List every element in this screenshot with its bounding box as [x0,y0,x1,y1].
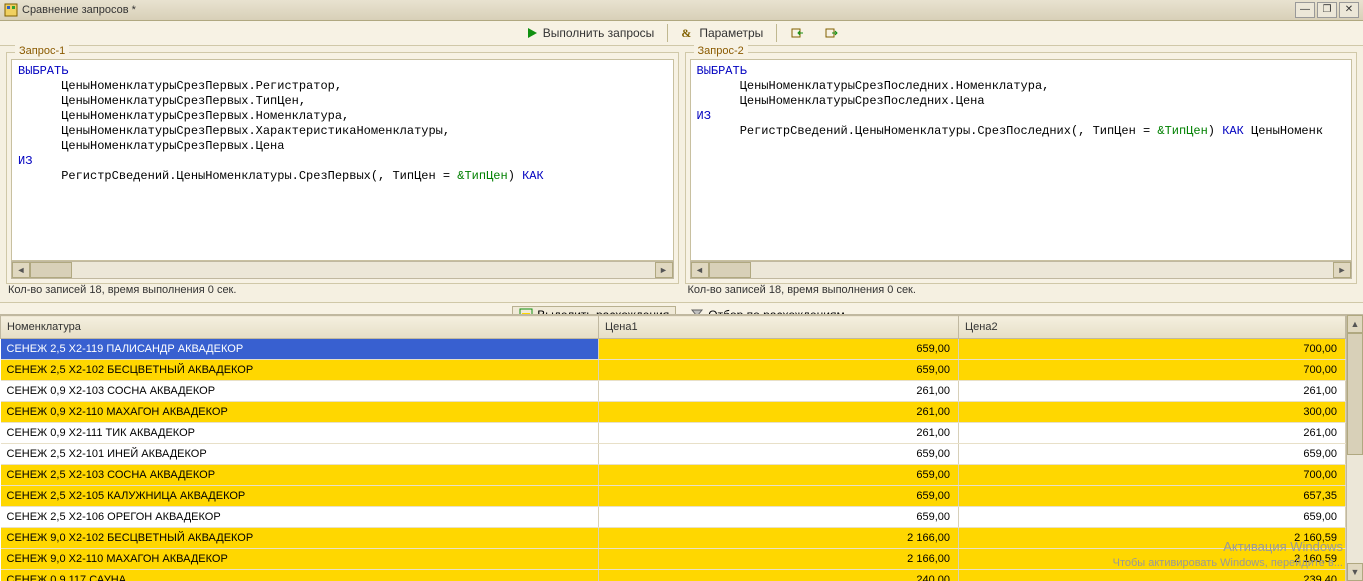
cell-price2: 2 160,59 [959,528,1346,549]
table-row[interactable]: СЕНЕЖ 2,5 Х2-103 СОСНА АКВАДЕКОР659,0070… [1,465,1346,486]
cell-name: СЕНЕЖ 9,0 Х2-102 БЕСЦВЕТНЫЙ АКВАДЕКОР [1,528,599,549]
cell-price2: 2 160,59 [959,549,1346,570]
result-grid[interactable]: Номенклатура Цена1 Цена2 СЕНЕЖ 2,5 Х2-11… [0,315,1346,581]
table-row[interactable]: СЕНЕЖ 2,5 Х2-105 КАЛУЖНИЦА АКВАДЕКОР659,… [1,486,1346,507]
parameters-button[interactable]: & Параметры [674,23,770,43]
maximize-button[interactable]: ❐ [1317,2,1337,18]
cell-price1: 2 166,00 [599,549,959,570]
cell-name: СЕНЕЖ 0,9 Х2-103 СОСНА АКВАДЕКОР [1,381,599,402]
table-row[interactable]: СЕНЕЖ 0,9 Х2-103 СОСНА АКВАДЕКОР261,0026… [1,381,1346,402]
cell-price1: 261,00 [599,423,959,444]
cell-price2: 300,00 [959,402,1346,423]
query1-panel: Запрос-1 ВЫБРАТЬ ЦеныНоменклатурыСрезПер… [6,52,679,284]
query2-editor[interactable]: ВЫБРАТЬ ЦеныНоменклатурыСрезПоследних.Но… [690,59,1353,261]
col-header-price2[interactable]: Цена2 [959,316,1346,339]
query2-status: Кол-во записей 18, время выполнения 0 се… [688,284,1356,296]
close-button[interactable]: ✕ [1339,2,1359,18]
run-queries-button[interactable]: Выполнить запросы [518,23,662,43]
cell-price1: 659,00 [599,507,959,528]
cell-price2: 261,00 [959,381,1346,402]
tool-button-2[interactable] [817,23,845,43]
cell-price1: 659,00 [599,444,959,465]
cell-price2: 700,00 [959,465,1346,486]
scroll-right-icon[interactable]: ► [655,262,673,278]
cell-name: СЕНЕЖ 2,5 Х2-101 ИНЕЙ АКВАДЕКОР [1,444,599,465]
query1-editor[interactable]: ВЫБРАТЬ ЦеныНоменклатурыСрезПервых.Регис… [11,59,674,261]
scroll-up-icon[interactable]: ▲ [1347,315,1363,333]
cell-price2: 700,00 [959,360,1346,381]
window-title: Сравнение запросов * [22,4,136,16]
cell-price2: 659,00 [959,444,1346,465]
cell-price2: 700,00 [959,339,1346,360]
query1-hscroll[interactable]: ◄ ► [11,261,674,279]
query2-legend: Запрос-2 [694,45,748,57]
scroll-left-icon[interactable]: ◄ [691,262,709,278]
table-row[interactable]: СЕНЕЖ 2,5 Х2-102 БЕСЦВЕТНЫЙ АКВАДЕКОР659… [1,360,1346,381]
query1-status: Кол-во записей 18, время выполнения 0 се… [8,284,676,296]
cell-name: СЕНЕЖ 2,5 Х2-119 ПАЛИСАНДР АКВАДЕКОР [1,339,599,360]
scroll-down-icon[interactable]: ▼ [1347,563,1363,581]
query2-panel: Запрос-2 ВЫБРАТЬ ЦеныНоменклатурыСрезПос… [685,52,1358,284]
grid-vscroll[interactable]: ▲ ▼ [1346,315,1363,581]
cell-name: СЕНЕЖ 0,9 117 САУНА [1,570,599,581]
table-row[interactable]: СЕНЕЖ 2,5 Х2-119 ПАЛИСАНДР АКВАДЕКОР659,… [1,339,1346,360]
cell-name: СЕНЕЖ 0,9 Х2-110 МАХАГОН АКВАДЕКОР [1,402,599,423]
ampersand-icon: & [681,26,695,40]
cell-price2: 659,00 [959,507,1346,528]
cell-name: СЕНЕЖ 2,5 Х2-105 КАЛУЖНИЦА АКВАДЕКОР [1,486,599,507]
cell-price1: 240,00 [599,570,959,581]
cell-name: СЕНЕЖ 9,0 Х2-110 МАХАГОН АКВАДЕКОР [1,549,599,570]
cell-price1: 261,00 [599,381,959,402]
cell-name: СЕНЕЖ 2,5 Х2-103 СОСНА АКВАДЕКОР [1,465,599,486]
table-arrow-right-icon [824,26,838,40]
table-row[interactable]: СЕНЕЖ 0,9 Х2-110 МАХАГОН АКВАДЕКОР261,00… [1,402,1346,423]
app-icon [4,3,18,17]
cell-price2: 261,00 [959,423,1346,444]
cell-name: СЕНЕЖ 0,9 Х2-111 ТИК АКВАДЕКОР [1,423,599,444]
tool-button-1[interactable] [783,23,811,43]
cell-price1: 2 166,00 [599,528,959,549]
query2-hscroll[interactable]: ◄ ► [690,261,1353,279]
table-row[interactable]: СЕНЕЖ 0,9 117 САУНА240,00239,40 [1,570,1346,581]
table-arrow-left-icon [790,26,804,40]
cell-name: СЕНЕЖ 2,5 Х2-106 ОРЕГОН АКВАДЕКОР [1,507,599,528]
col-header-price1[interactable]: Цена1 [599,316,959,339]
minimize-button[interactable]: — [1295,2,1315,18]
table-row[interactable]: СЕНЕЖ 0,9 Х2-111 ТИК АКВАДЕКОР261,00261,… [1,423,1346,444]
table-row[interactable]: СЕНЕЖ 2,5 Х2-106 ОРЕГОН АКВАДЕКОР659,006… [1,507,1346,528]
scroll-left-icon[interactable]: ◄ [12,262,30,278]
col-header-name[interactable]: Номенклатура [1,316,599,339]
cell-price1: 261,00 [599,402,959,423]
cell-price1: 659,00 [599,360,959,381]
cell-price1: 659,00 [599,339,959,360]
cell-price2: 239,40 [959,570,1346,581]
cell-name: СЕНЕЖ 2,5 Х2-102 БЕСЦВЕТНЫЙ АКВАДЕКОР [1,360,599,381]
cell-price1: 659,00 [599,486,959,507]
table-row[interactable]: СЕНЕЖ 2,5 Х2-101 ИНЕЙ АКВАДЕКОР659,00659… [1,444,1346,465]
table-row[interactable]: СЕНЕЖ 9,0 Х2-102 БЕСЦВЕТНЫЙ АКВАДЕКОР2 1… [1,528,1346,549]
cell-price2: 657,35 [959,486,1346,507]
scroll-right-icon[interactable]: ► [1333,262,1351,278]
titlebar: Сравнение запросов * — ❐ ✕ [0,0,1363,21]
query1-legend: Запрос-1 [15,45,69,57]
cell-price1: 659,00 [599,465,959,486]
play-icon [525,26,539,40]
main-toolbar: Выполнить запросы & Параметры [0,21,1363,46]
table-row[interactable]: СЕНЕЖ 9,0 Х2-110 МАХАГОН АКВАДЕКОР2 166,… [1,549,1346,570]
